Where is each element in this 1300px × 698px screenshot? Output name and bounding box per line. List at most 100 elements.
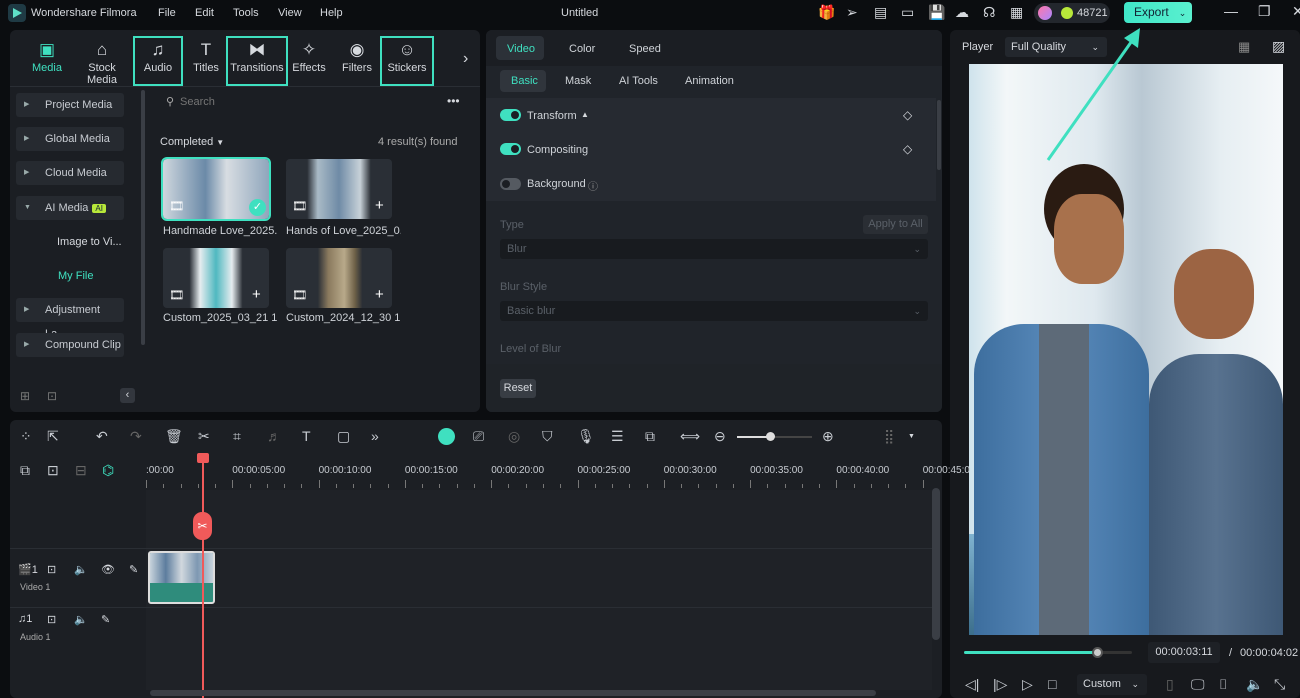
apply-to-all-button[interactable]: Apply to All — [863, 215, 928, 234]
reset-button[interactable]: Reset — [500, 379, 536, 398]
playhead-handle[interactable] — [197, 453, 209, 463]
scope-icon[interactable]: ▨ — [1272, 38, 1285, 55]
add-icon[interactable]: + — [375, 197, 384, 214]
fullscreen-icon[interactable]: ⤡ — [1274, 676, 1285, 693]
redo-icon[interactable]: ↷ — [130, 428, 142, 445]
grid-view-icon[interactable]: ▦ — [1238, 39, 1250, 55]
tab-video-label[interactable]: Video — [507, 43, 535, 55]
ai-assistant-icon[interactable] — [438, 428, 455, 445]
compositing-toggle[interactable] — [500, 143, 521, 155]
menu-help[interactable]: Help — [320, 7, 343, 19]
delete-icon[interactable]: 🗑 — [165, 428, 183, 445]
play-icon[interactable]: ▷ — [1022, 676, 1033, 693]
fit-icon[interactable]: ⟺ — [680, 428, 700, 445]
sidebar-item-compound-clip[interactable]: ▶ Compound Clip — [16, 333, 124, 357]
render-icon[interactable]: ◎ — [508, 428, 520, 445]
toolbar-audio[interactable]: ♫ Audio — [133, 36, 183, 86]
camera-icon[interactable]: ⌷ — [1219, 676, 1227, 693]
sidebar-scrollbar[interactable] — [141, 90, 145, 345]
send-icon[interactable]: ➢ — [846, 4, 858, 21]
toolbar-stickers[interactable]: ☺ Stickers — [380, 36, 434, 86]
sidebar-item-my-file[interactable]: My File — [58, 270, 93, 282]
clip-settings-icon[interactable]: ⧉ — [645, 428, 655, 445]
collapse-sidebar-button[interactable]: ‹ — [120, 388, 135, 403]
add-icon[interactable]: + — [252, 286, 261, 303]
stop-icon[interactable]: □ — [1048, 676, 1056, 692]
link-icon[interactable]: ⊡ — [47, 462, 59, 479]
transform-toggle[interactable] — [500, 109, 521, 121]
background-toggle[interactable] — [500, 178, 521, 190]
media-item-hands-of-love[interactable]: 🎞 + — [286, 159, 392, 219]
subtab-animation[interactable]: Animation — [685, 75, 734, 87]
media-item-custom-2024[interactable]: 🎞 + — [286, 248, 392, 308]
timeline-hscrollbar[interactable] — [150, 690, 876, 696]
playhead[interactable] — [202, 455, 204, 698]
new-folder-icon[interactable]: ⊞ — [20, 389, 30, 403]
zoom-select[interactable]: Custom ⌄ — [1077, 674, 1147, 695]
subtab-mask[interactable]: Mask — [565, 75, 591, 87]
sidebar-item-adjustment-layer[interactable]: ▶Adjustment La... — [16, 298, 124, 340]
caret-down-icon[interactable]: ▼ — [908, 433, 915, 440]
track-height-icon[interactable]: ⣿ — [884, 428, 894, 445]
tab-speed[interactable]: Speed — [629, 43, 661, 55]
undo-icon[interactable]: ↶ — [96, 428, 108, 445]
keyframe-diamond-icon[interactable]: ◇ — [903, 108, 912, 122]
menu-view[interactable]: View — [278, 7, 302, 19]
audio-list-icon[interactable]: ☰ — [611, 428, 624, 445]
ai-video-icon[interactable]: ⎚ — [473, 428, 484, 445]
snap-icon[interactable]: ⌬ — [102, 462, 114, 479]
toolbar-effects[interactable]: ✧ Effects — [290, 38, 328, 84]
cloud-upload-icon[interactable]: ☁ — [955, 4, 969, 21]
type-select[interactable]: Blur ⌄ — [500, 239, 928, 259]
caret-up-icon[interactable]: ▲ — [581, 110, 589, 119]
crop-icon[interactable]: ⌗ — [233, 428, 241, 445]
zoom-out-icon[interactable]: ⊖ — [714, 428, 726, 445]
subtab-basic-label[interactable]: Basic — [511, 75, 538, 87]
gift-icon[interactable]: 🎁 — [818, 4, 835, 21]
task-icon[interactable]: ▤ — [874, 4, 887, 21]
keyframe-diamond-icon[interactable]: ◇ — [903, 142, 912, 156]
timeline-ruler[interactable]: :00:00 00:00:05:00 00:00:10:00 00:00:15:00 0… — [146, 460, 970, 490]
eye-icon[interactable]: 👁 — [101, 563, 115, 576]
video-clip[interactable] — [148, 551, 215, 604]
text-tool-icon[interactable]: T — [302, 428, 311, 444]
add-track-icon[interactable]: ⧉ — [20, 462, 30, 479]
folder-icon[interactable]: ⊡ — [47, 389, 57, 403]
previous-frame-icon[interactable]: ◁| — [965, 676, 979, 693]
playback-scrubber[interactable] — [964, 647, 1132, 658]
lock-icon[interactable]: ⊡ — [47, 563, 56, 576]
mute-icon[interactable]: 🔈 — [74, 613, 88, 626]
close-icon[interactable]: ✕ — [1292, 3, 1300, 20]
search-input[interactable] — [180, 92, 430, 112]
toolbar-transitions[interactable]: ⧓ Transitions — [226, 36, 288, 86]
cut-icon[interactable]: ✂ — [198, 428, 210, 445]
audio-edit-icon[interactable]: ♬ — [267, 428, 281, 444]
minimize-icon[interactable]: — — [1224, 3, 1238, 19]
restore-icon[interactable]: ❐ — [1258, 3, 1271, 20]
menu-file[interactable]: File — [158, 7, 176, 19]
chevron-down-icon[interactable]: ⌄ — [1179, 8, 1187, 18]
toolbar-filters[interactable]: ◉ Filters — [338, 38, 376, 84]
sidebar-item-image-to-video[interactable]: Image to Vi... — [57, 236, 122, 248]
chevron-right-icon[interactable]: › — [463, 50, 468, 68]
sidebar-item-global-media[interactable]: ▶ Global Media — [16, 127, 124, 151]
magic-icon[interactable]: ✎ — [129, 563, 138, 576]
export-button[interactable]: Export ⌄ — [1124, 2, 1192, 23]
add-icon[interactable]: + — [375, 286, 384, 303]
headset-icon[interactable]: ☊ — [983, 4, 995, 21]
media-item-handmade-love[interactable]: 🎞 ✓ — [161, 157, 271, 221]
menu-tools[interactable]: Tools — [233, 7, 259, 19]
layout-grid-icon[interactable]: ⁘ — [20, 428, 32, 445]
mute-icon[interactable]: 🔈 — [74, 563, 88, 576]
sidebar-item-project-media[interactable]: ▶ Project Media — [16, 93, 124, 117]
select-tool-icon[interactable]: ⇱ — [47, 428, 59, 445]
shield-icon[interactable]: ⛉ — [542, 428, 553, 445]
media-item-custom-2025[interactable]: 🎞 + — [163, 248, 269, 308]
microphone-icon[interactable]: 🎙 — [577, 428, 595, 445]
account-credits[interactable]: 48721 — [1034, 3, 1110, 23]
zoom-in-icon[interactable]: ⊕ — [822, 428, 834, 445]
mark-icon[interactable]: ▯ — [1166, 676, 1174, 693]
display-icon[interactable]: 🖵 — [1191, 676, 1205, 693]
lock-icon[interactable]: ⊡ — [47, 613, 56, 626]
timeline-vscrollbar[interactable] — [932, 488, 940, 640]
